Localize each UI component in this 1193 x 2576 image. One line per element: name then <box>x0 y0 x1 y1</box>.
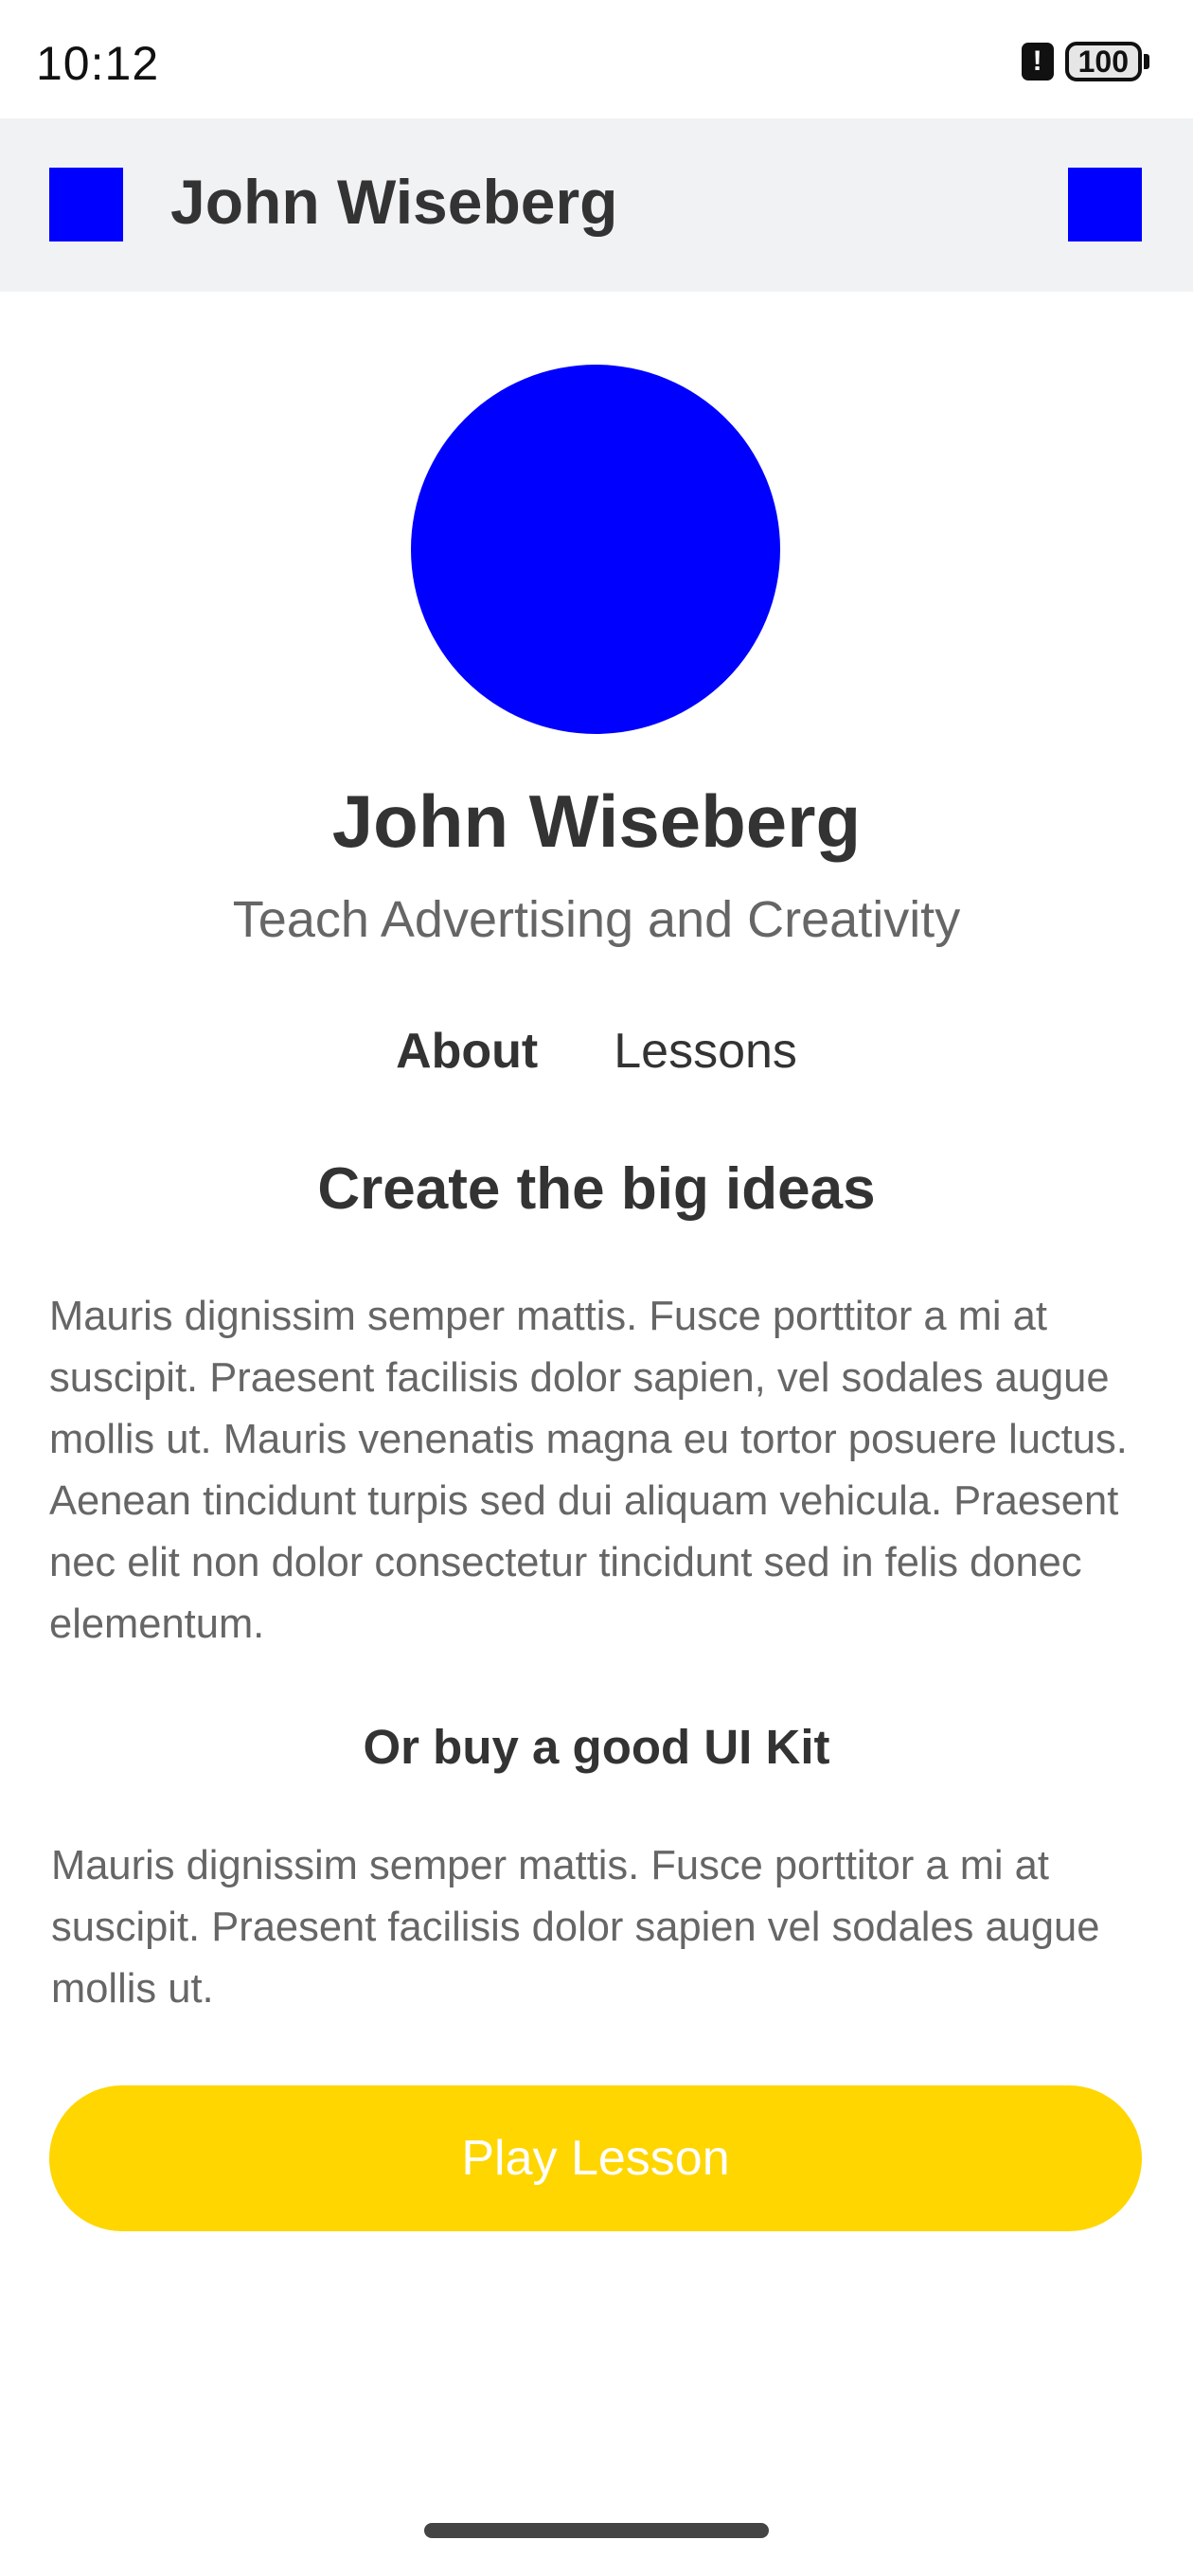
profile-name: John Wiseberg <box>331 779 862 863</box>
play-lesson-button[interactable]: Play Lesson <box>49 2085 1142 2231</box>
status-indicators: ! 100 <box>1021 42 1149 81</box>
status-time: 10:12 <box>36 37 160 90</box>
battery-tip <box>1144 54 1149 69</box>
screen: 10:12 ! 100 John Wiseberg John Wiseberg … <box>0 0 1193 2576</box>
section-subheading: Or buy a good UI Kit <box>363 1720 830 1774</box>
app-bar: John Wiseberg <box>0 118 1193 292</box>
battery-icon: 100 <box>1064 42 1149 81</box>
subsection-paragraph: Mauris dignissim semper mattis. Fusce po… <box>51 1843 1100 2012</box>
home-indicator[interactable] <box>424 2523 769 2538</box>
section-heading: Create the big ideas <box>317 1156 876 1222</box>
more-icon[interactable] <box>1068 168 1142 242</box>
app-bar-title: John Wiseberg <box>170 167 618 237</box>
avatar <box>411 365 780 734</box>
profile-subtitle: Teach Advertising and Creativity <box>232 891 961 948</box>
status-bar: 10:12 ! 100 <box>0 0 1193 118</box>
tab-bar: About Lessons <box>0 1023 1193 1080</box>
alert-icon: ! <box>1021 43 1054 80</box>
section-paragraph: Mauris dignissim semper mattis. Fusce po… <box>49 1294 1128 1647</box>
battery-level: 100 <box>1064 42 1142 81</box>
tab-lessons[interactable]: Lessons <box>614 1023 797 1080</box>
tab-about[interactable]: About <box>396 1023 538 1080</box>
menu-icon[interactable] <box>49 168 123 242</box>
